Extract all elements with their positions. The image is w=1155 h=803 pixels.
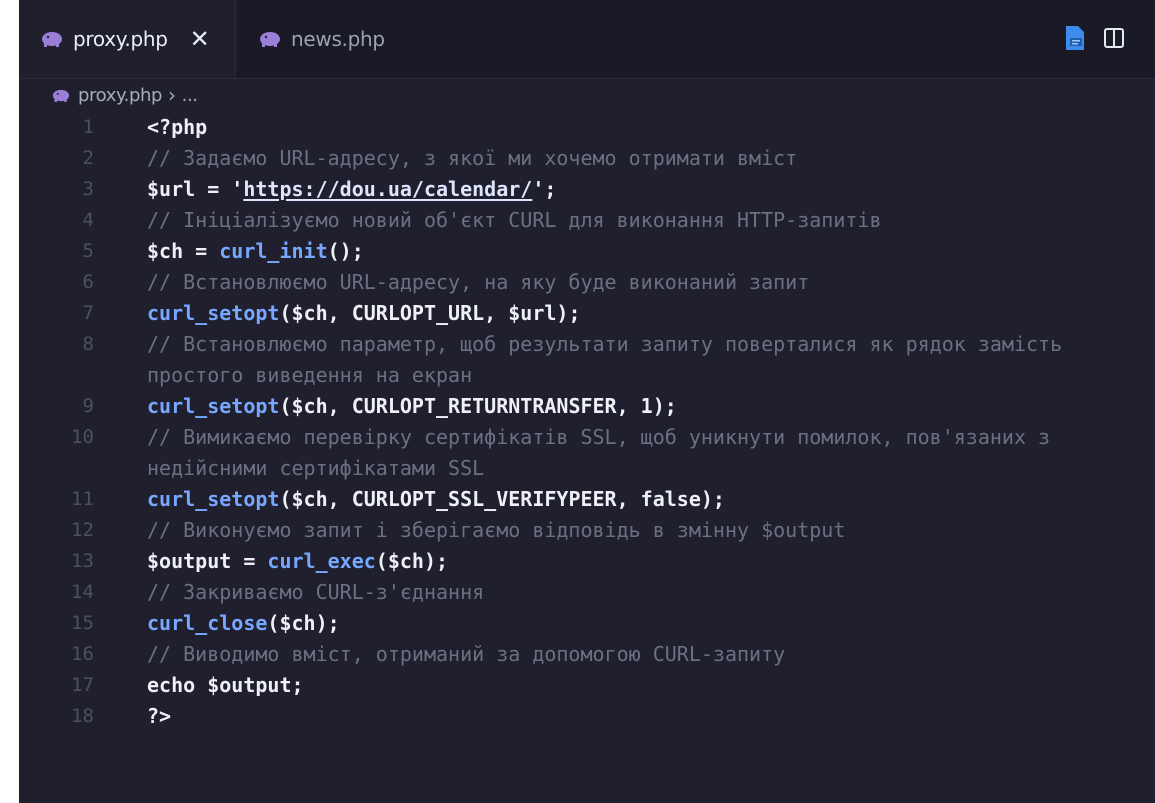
code-token: ($ch, CURLOPT_SSL_VERIFYPEER, false);	[279, 487, 725, 511]
code-function-name: curl_setopt	[147, 301, 280, 325]
line-number: 13	[71, 550, 94, 572]
line-number: 18	[71, 705, 94, 727]
line-number: 14	[71, 581, 94, 603]
code-line: 1 <?php	[19, 112, 1155, 143]
line-number: 8	[82, 333, 94, 355]
line-number: 12	[71, 519, 94, 541]
code-function-name: curl_exec	[267, 549, 376, 573]
code-text: $ch = curl_init();	[147, 236, 364, 267]
code-line: 8 // Встановлюємо параметр, щоб результат…	[19, 329, 1155, 391]
code-line: 5 $ch = curl_init();	[19, 236, 1155, 267]
code-text: curl_setopt($ch, CURLOPT_URL, $url);	[147, 298, 580, 329]
breadcrumb-symbol[interactable]: ...	[182, 85, 198, 106]
code-comment: // Виводимо вміст, отриманий за допомого…	[147, 642, 786, 666]
code-line: 12 // Виконуємо запит і зберігаємо відпов…	[19, 515, 1155, 546]
code-line: 13 $output = curl_exec($ch);	[19, 546, 1155, 577]
code-text: $output = curl_exec($ch);	[147, 546, 448, 577]
line-number: 6	[82, 271, 94, 293]
code-url-link[interactable]: https://dou.ua/calendar/	[243, 177, 532, 201]
code-comment: // Задаємо URL-адресу, з якої ми хочемо …	[147, 146, 798, 170]
code-text: echo $output;	[147, 670, 304, 701]
code-token: ($ch, CURLOPT_URL, $url);	[279, 301, 581, 325]
code-token: ($ch);	[267, 611, 340, 635]
code-line: 9 curl_setopt($ch, CURLOPT_RETURNTRANSFER…	[19, 391, 1155, 422]
code-editor: proxy.php ✕ news.php proxy.php › ... 1 <…	[19, 0, 1155, 803]
split-editor-icon[interactable]	[1103, 27, 1125, 49]
php-elephant-icon	[42, 32, 62, 47]
code-line: 4 // Ініціалізуємо новий об'єкт CURL для …	[19, 205, 1155, 236]
code-token: ($ch, CURLOPT_RETURNTRANSFER, 1);	[279, 394, 677, 418]
code-function-name: curl_setopt	[147, 394, 280, 418]
open-preview-icon[interactable]	[1064, 24, 1086, 52]
code-line: 7 curl_setopt($ch, CURLOPT_URL, $url);	[19, 298, 1155, 329]
code-token: $url = '	[147, 177, 244, 201]
line-number: 2	[82, 147, 94, 169]
code-token: ($ch);	[375, 549, 449, 573]
code-line: 6 // Встановлюємо URL-адресу, на яку буде…	[19, 267, 1155, 298]
code-line: 11 curl_setopt($ch, CURLOPT_SSL_VERIFYPEE…	[19, 484, 1155, 515]
tab-label: proxy.php	[73, 27, 168, 51]
code-token: echo $output;	[147, 673, 304, 697]
line-number: 10	[71, 426, 94, 448]
code-comment: // Встановлюємо параметр, щоб результати…	[147, 332, 1075, 387]
code-line: 10 // Вимикаємо перевірку сертифікатів SS…	[19, 422, 1155, 484]
code-line: 3 $url = 'https://dou.ua/calendar/';	[19, 174, 1155, 205]
code-line: 18 ?>	[19, 701, 1155, 732]
tab-bar: proxy.php ✕ news.php	[19, 0, 1155, 79]
code-text: $url = 'https://dou.ua/calendar/';	[147, 174, 556, 205]
code-function-name: curl_close	[147, 611, 268, 635]
code-comment: // Встановлюємо URL-адресу, на яку буде …	[147, 270, 810, 294]
code-line: 17 echo $output;	[19, 670, 1155, 701]
line-number: 11	[71, 488, 94, 510]
code-line: 2 // Задаємо URL-адресу, з якої ми хочемо…	[19, 143, 1155, 174]
code-function-name: curl_setopt	[147, 487, 280, 511]
code-text: ?>	[147, 701, 171, 732]
tab-proxy-php[interactable]: proxy.php ✕	[19, 0, 236, 78]
breadcrumb-file[interactable]: proxy.php	[78, 85, 162, 106]
code-token: $output =	[147, 549, 268, 573]
line-number: 4	[82, 209, 94, 231]
code-text: curl_setopt($ch, CURLOPT_SSL_VERIFYPEER,…	[147, 484, 725, 515]
php-elephant-icon	[52, 89, 70, 102]
line-number: 3	[82, 178, 94, 200]
code-comment: // Виконуємо запит і зберігаємо відповід…	[147, 518, 846, 542]
breadcrumb: proxy.php › ...	[52, 78, 198, 112]
editor-actions	[1064, 24, 1125, 52]
code-token: ';	[532, 177, 557, 201]
code-text: <?php	[147, 115, 208, 139]
line-number: 9	[82, 395, 94, 417]
code-line: 14 // Закриваємо CURL-з'єднання	[19, 577, 1155, 608]
code-comment: // Вимикаємо перевірку сертифікатів SSL,…	[147, 425, 1063, 480]
line-number: 16	[71, 643, 94, 665]
code-text: curl_setopt($ch, CURLOPT_RETURNTRANSFER,…	[147, 391, 677, 422]
close-icon[interactable]: ✕	[190, 27, 210, 51]
code-line: 16 // Виводимо вміст, отриманий за допомо…	[19, 639, 1155, 670]
line-number: 5	[82, 240, 94, 262]
chevron-right-icon: ›	[168, 83, 176, 107]
code-comment: // Закриваємо CURL-з'єднання	[147, 580, 485, 604]
code-token: ?>	[147, 704, 172, 728]
code-text: curl_close($ch);	[147, 608, 340, 639]
line-number: 1	[82, 116, 94, 138]
code-token: ();	[327, 239, 364, 263]
code-function-name: curl_init	[219, 239, 328, 263]
line-number: 7	[82, 302, 94, 324]
tab-label: news.php	[291, 27, 385, 51]
code-comment: // Ініціалізуємо новий об'єкт CURL для в…	[147, 208, 882, 232]
code-line: 15 curl_close($ch);	[19, 608, 1155, 639]
code-token: $ch =	[147, 239, 220, 263]
line-number: 17	[71, 674, 94, 696]
line-number: 15	[71, 612, 94, 634]
tab-news-php[interactable]: news.php	[259, 0, 385, 78]
php-elephant-icon	[260, 32, 280, 47]
code-area[interactable]: 1 <?php 2 // Задаємо URL-адресу, з якої ми …	[19, 112, 1155, 732]
